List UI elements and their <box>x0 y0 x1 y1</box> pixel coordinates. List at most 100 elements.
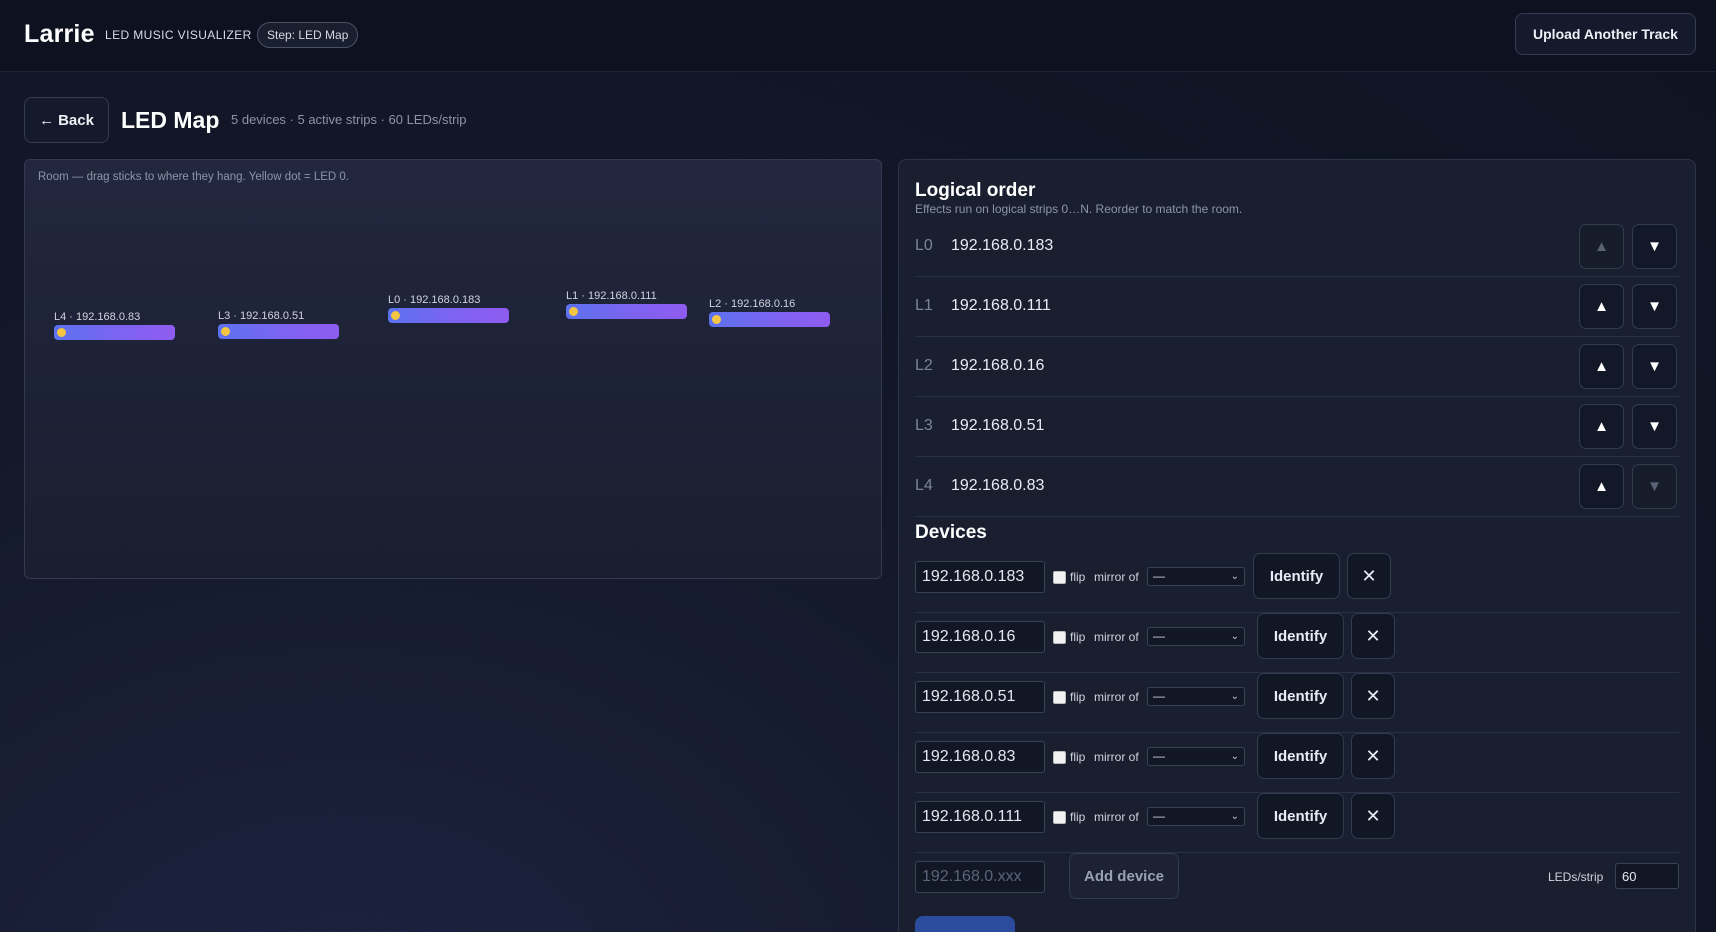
chevron-down-icon: ⌄ <box>1230 691 1239 702</box>
room-canvas[interactable]: Room — drag sticks to where they hang. Y… <box>24 159 882 579</box>
mirror-select-value: — <box>1153 629 1165 643</box>
identify-button[interactable]: Identify <box>1257 793 1344 839</box>
mirror-label: mirror of <box>1094 750 1139 764</box>
mirror-select[interactable]: — ⌄ <box>1147 627 1245 646</box>
mirror-select-value: — <box>1153 749 1165 763</box>
device-ip-input[interactable] <box>915 741 1045 773</box>
step-badge: Step: LED Map <box>257 22 359 48</box>
move-up-button[interactable]: ▲ <box>1579 224 1624 269</box>
logical-order-subtitle: Effects run on logical strips 0…N. Reord… <box>915 202 1243 216</box>
flip-label: flip <box>1070 630 1086 644</box>
stick-l1[interactable]: L1 · 192.168.0.111 <box>566 290 687 319</box>
stick-l4[interactable]: L4 · 192.168.0.83 <box>54 311 175 340</box>
save-button[interactable] <box>915 916 1015 932</box>
move-down-button[interactable]: ▼ <box>1632 464 1677 509</box>
flip-checkbox[interactable] <box>1053 811 1066 824</box>
logical-order-row: L3 192.168.0.51 ▲ ▼ <box>915 397 1679 457</box>
flip-checkbox[interactable] <box>1053 751 1066 764</box>
move-up-button[interactable]: ▲ <box>1579 404 1624 449</box>
strip-bar[interactable] <box>709 312 830 327</box>
mirror-label: mirror of <box>1094 690 1139 704</box>
strip-bar[interactable] <box>54 325 175 340</box>
flip-label: flip <box>1070 750 1086 764</box>
leds-per-strip-input[interactable] <box>1615 863 1679 889</box>
flip-checkbox[interactable] <box>1053 691 1066 704</box>
stick-label: L4 · 192.168.0.83 <box>54 311 141 323</box>
stick-label: L0 · 192.168.0.183 <box>388 294 481 306</box>
logical-order-row: L4 192.168.0.83 ▲ ▼ <box>915 457 1679 517</box>
stick-label: L3 · 192.168.0.51 <box>218 310 305 322</box>
devices-title: Devices <box>915 522 987 543</box>
device-row: flip mirror of —⌄ Identify ✕ <box>915 613 1679 673</box>
logical-order-title: Logical order <box>915 180 1036 201</box>
page-meta: 5 devices · 5 active strips · 60 LEDs/st… <box>231 112 467 127</box>
chevron-down-icon: ⌄ <box>1230 751 1239 762</box>
move-up-button[interactable]: ▲ <box>1579 284 1624 329</box>
new-device-ip-input[interactable] <box>915 861 1045 893</box>
mirror-select[interactable]: — ⌄ <box>1147 747 1245 766</box>
led0-dot <box>712 315 721 324</box>
logical-ip: 192.168.0.183 <box>951 237 1054 254</box>
flip-label: flip <box>1070 810 1086 824</box>
add-device-button[interactable]: Add device <box>1069 853 1179 899</box>
mirror-select[interactable]: — ⌄ <box>1147 807 1245 826</box>
flip-label: flip <box>1070 570 1086 584</box>
identify-button[interactable]: Identify <box>1257 673 1344 719</box>
logical-index: L1 <box>915 297 933 314</box>
remove-device-button[interactable]: ✕ <box>1351 733 1395 779</box>
move-up-button[interactable]: ▲ <box>1579 344 1624 389</box>
device-ip-input[interactable] <box>915 801 1045 833</box>
device-row: flip mirror of —⌄ Identify ✕ <box>915 673 1679 733</box>
flip-label: flip <box>1070 690 1086 704</box>
stick-l2[interactable]: L2 · 192.168.0.16 <box>709 298 830 327</box>
logical-order-row: L0 192.168.0.183 ▲ ▼ <box>915 217 1679 277</box>
move-down-button[interactable]: ▼ <box>1632 404 1677 449</box>
flip-checkbox[interactable] <box>1053 571 1066 584</box>
logical-index: L3 <box>915 417 933 434</box>
remove-device-button[interactable]: ✕ <box>1351 613 1395 659</box>
upload-another-track-button[interactable]: Upload Another Track <box>1515 13 1696 55</box>
stick-l0[interactable]: L0 · 192.168.0.183 <box>388 294 509 323</box>
stick-label: L2 · 192.168.0.16 <box>709 298 796 310</box>
arrow-left-icon: ← <box>39 111 55 129</box>
device-ip-input[interactable] <box>915 561 1045 593</box>
move-down-button[interactable]: ▼ <box>1632 224 1677 269</box>
logical-index: L4 <box>915 477 933 494</box>
chevron-down-icon: ⌄ <box>1230 811 1239 822</box>
mirror-select[interactable]: — ⌄ <box>1147 567 1245 586</box>
room-hint: Room — drag sticks to where they hang. Y… <box>38 171 349 183</box>
back-button-label: Back <box>58 111 94 129</box>
strip-bar[interactable] <box>388 308 509 323</box>
identify-button[interactable]: Identify <box>1253 553 1340 599</box>
remove-device-button[interactable]: ✕ <box>1351 793 1395 839</box>
move-down-button[interactable]: ▼ <box>1632 344 1677 389</box>
mirror-select-value: — <box>1153 569 1165 583</box>
mirror-select-value: — <box>1153 809 1165 823</box>
device-ip-input[interactable] <box>915 681 1045 713</box>
logical-ip: 192.168.0.51 <box>951 417 1045 434</box>
logical-ip: 192.168.0.83 <box>951 477 1045 494</box>
mirror-label: mirror of <box>1094 810 1139 824</box>
logical-order-row: L1 192.168.0.111 ▲ ▼ <box>915 277 1679 337</box>
mirror-select[interactable]: — ⌄ <box>1147 687 1245 706</box>
identify-button[interactable]: Identify <box>1257 733 1344 779</box>
flip-checkbox[interactable] <box>1053 631 1066 644</box>
logical-ip: 192.168.0.16 <box>951 357 1045 374</box>
identify-button[interactable]: Identify <box>1257 613 1344 659</box>
back-button[interactable]: ← Back <box>24 97 109 143</box>
stick-l3[interactable]: L3 · 192.168.0.51 <box>218 310 339 339</box>
top-bar: Larrie LED MUSIC VISUALIZER Step: LED Ma… <box>0 0 1716 72</box>
device-ip-input[interactable] <box>915 621 1045 653</box>
strip-bar[interactable] <box>566 304 687 319</box>
chevron-down-icon: ⌄ <box>1230 571 1239 582</box>
move-down-button[interactable]: ▼ <box>1632 284 1677 329</box>
remove-device-button[interactable]: ✕ <box>1351 673 1395 719</box>
app-title: Larrie <box>24 20 95 48</box>
move-up-button[interactable]: ▲ <box>1579 464 1624 509</box>
strip-bar[interactable] <box>218 324 339 339</box>
logical-index: L0 <box>915 237 933 254</box>
led0-dot <box>391 311 400 320</box>
remove-device-button[interactable]: ✕ <box>1347 553 1391 599</box>
app-subtitle: LED MUSIC VISUALIZER <box>105 28 252 42</box>
config-panel: Logical order Effects run on logical str… <box>898 159 1696 932</box>
